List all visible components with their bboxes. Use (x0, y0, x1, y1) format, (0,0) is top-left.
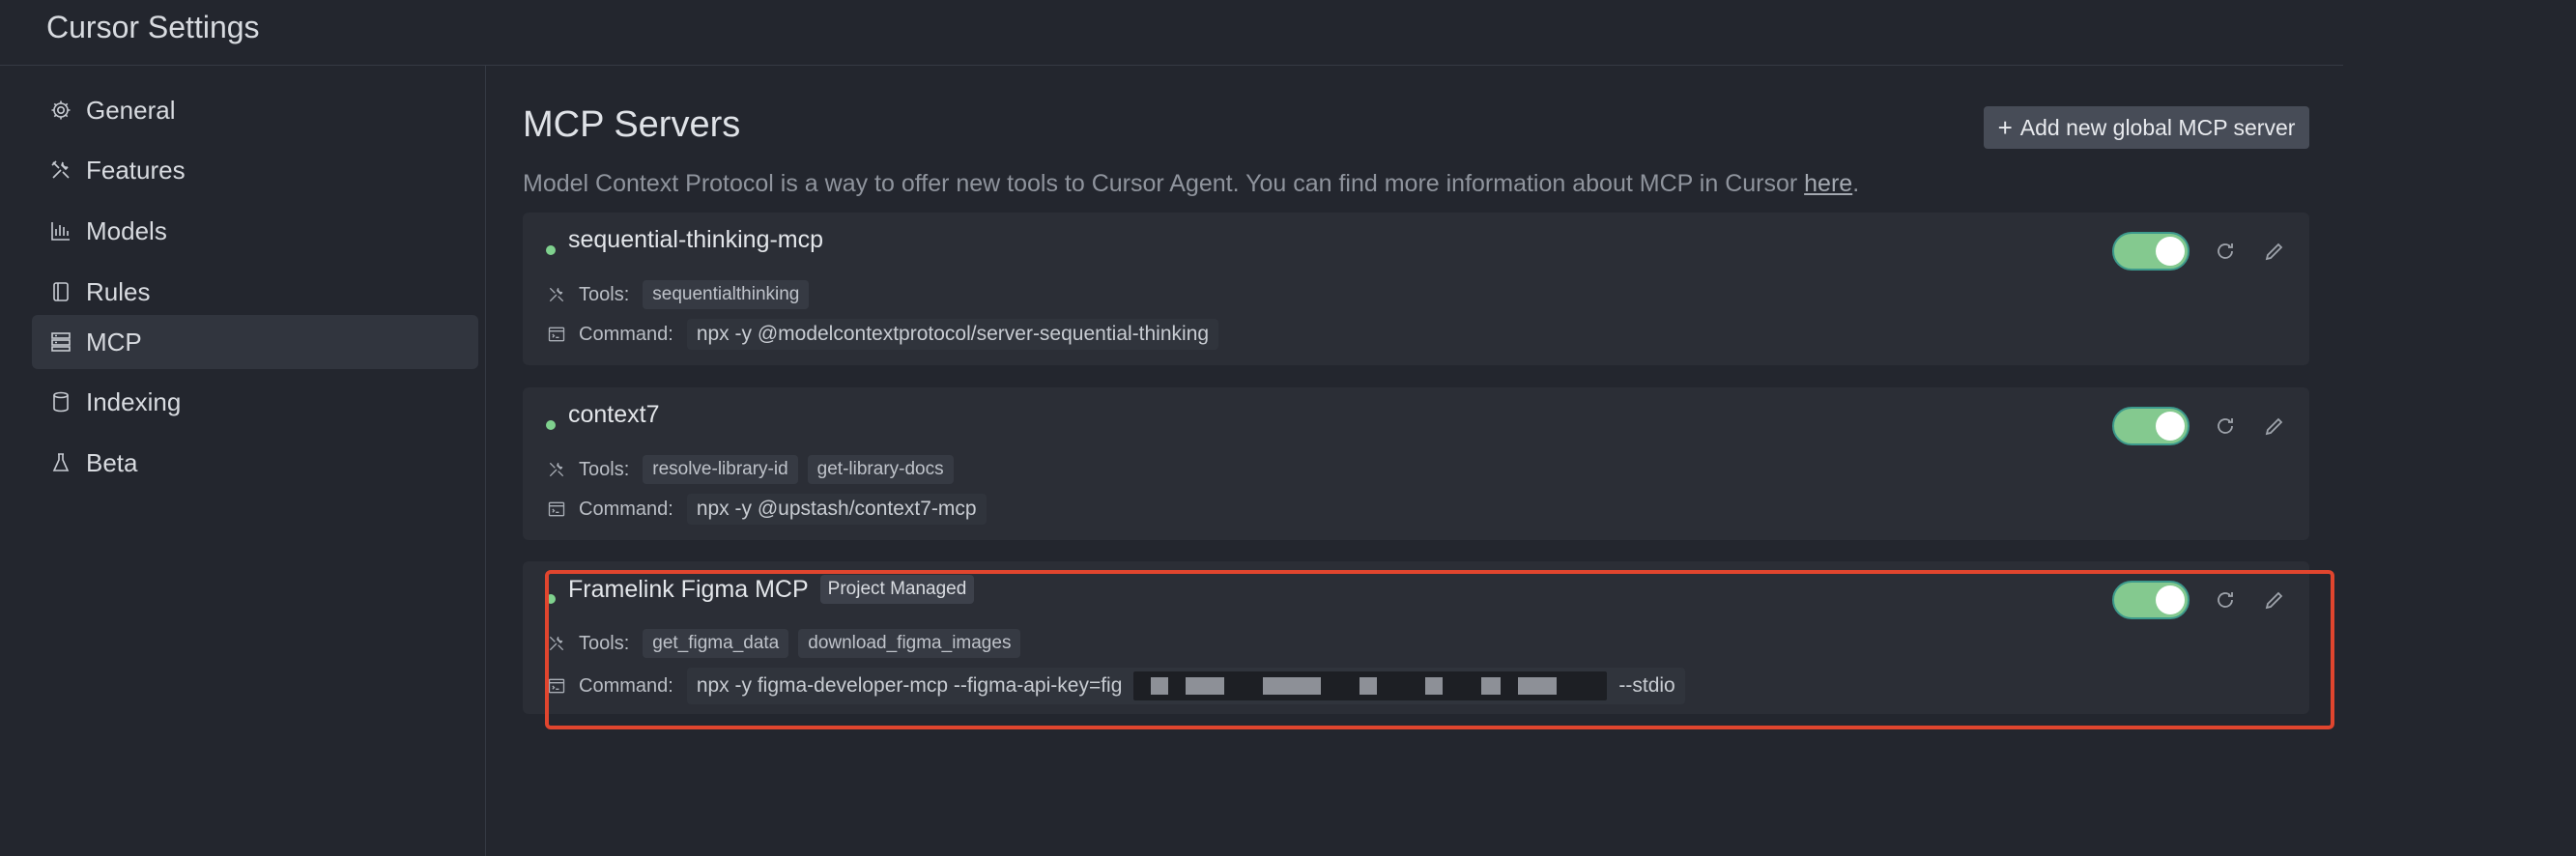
sidebar-item-label: Indexing (86, 386, 182, 416)
tools-row: Tools: get_figma_data download_figma_ima… (546, 629, 1030, 658)
description-suffix: . (1852, 170, 1860, 197)
sidebar-item-label: General (86, 95, 176, 125)
docs-link[interactable]: here (1804, 170, 1852, 197)
main-content: MCP Servers + Add new global MCP server … (487, 66, 2342, 856)
tools-label: Tools: (579, 458, 630, 480)
book-icon (47, 278, 74, 305)
add-button-label: Add new global MCP server (2019, 114, 2296, 140)
server-enable-toggle[interactable] (2112, 407, 2190, 445)
mcp-server-card: Framelink Figma MCP Project Managed Tool… (523, 561, 2309, 714)
add-global-mcp-server-button[interactable]: + Add new global MCP server (1984, 106, 2309, 149)
command-value: npx -y @upstash/context7-mcp (686, 494, 987, 525)
terminal-icon (546, 499, 567, 520)
tool-chip: sequentialthinking (643, 280, 810, 309)
tools-icon (546, 284, 567, 305)
command-label: Command: (579, 498, 673, 520)
page-title: MCP Servers (523, 104, 741, 145)
status-dot (546, 420, 556, 430)
tool-chip: download_figma_images (798, 629, 1021, 658)
flask-icon (47, 449, 74, 476)
sidebar-item-features[interactable]: Features (32, 143, 478, 197)
server-name-text: Framelink Figma MCP (568, 575, 809, 603)
sidebar-item-label: Features (86, 155, 186, 185)
mcp-server-card: context7 Tools: resolve-library-id get-l… (523, 387, 2309, 540)
pencil-icon (2265, 591, 2283, 610)
server-enable-toggle[interactable] (2112, 581, 2190, 619)
plus-icon: + (1997, 113, 2013, 142)
pencil-icon (2265, 243, 2283, 261)
terminal-icon (546, 324, 567, 345)
tools-icon (47, 157, 74, 184)
description-text: Model Context Protocol is a way to offer… (523, 170, 1805, 197)
command-prefix: npx -y figma-developer-mcp --figma-api-k… (696, 674, 1123, 697)
server-name-text: context7 (568, 401, 660, 428)
command-label: Command: (579, 674, 673, 697)
app-title: Cursor Settings (46, 10, 260, 44)
command-row: Command: npx -y @modelcontextprotocol/se… (546, 319, 1219, 350)
sidebar-item-label: Beta (86, 447, 138, 477)
server-name: sequential-thinking-mcp (568, 226, 823, 254)
refresh-button[interactable] (2210, 585, 2241, 615)
refresh-icon (2218, 592, 2233, 608)
toggle-knob (2156, 585, 2185, 614)
sidebar-item-label: MCP (86, 327, 142, 357)
sidebar-item-mcp[interactable]: MCP (32, 315, 478, 369)
tools-icon (546, 459, 567, 480)
command-label: Command: (579, 323, 673, 345)
refresh-icon (2218, 243, 2233, 259)
pencil-icon (2265, 417, 2283, 436)
sidebar-item-label: Models (86, 215, 167, 245)
tool-chip: get-library-docs (807, 455, 954, 484)
refresh-button[interactable] (2210, 411, 2241, 442)
toggle-knob (2156, 412, 2185, 441)
toggle-knob (2156, 237, 2185, 266)
project-managed-badge: Project Managed (819, 575, 975, 604)
command-value: npx -y figma-developer-mcp --figma-api-k… (686, 668, 1685, 704)
redacted-api-key (1133, 671, 1608, 700)
command-value: npx -y @modelcontextprotocol/server-sequ… (686, 319, 1219, 350)
tools-label: Tools: (579, 283, 630, 305)
title-bar: Cursor Settings (0, 0, 2343, 66)
refresh-icon (2218, 418, 2233, 434)
tool-chip: resolve-library-id (643, 455, 798, 484)
sidebar-item-beta[interactable]: Beta (32, 436, 478, 490)
sidebar-item-label: Rules (86, 276, 151, 306)
server-name: context7 (568, 401, 660, 429)
server-name-text: sequential-thinking-mcp (568, 226, 824, 253)
sidebar-item-models[interactable]: Models (32, 204, 478, 258)
tools-icon (546, 633, 567, 654)
bar-chart-icon (47, 217, 74, 244)
tool-chip: get_figma_data (643, 629, 789, 658)
server-enable-toggle[interactable] (2112, 232, 2190, 271)
command-row: Command: npx -y figma-developer-mcp --fi… (546, 668, 1685, 704)
tools-row: Tools: resolve-library-id get-library-do… (546, 455, 963, 484)
server-name: Framelink Figma MCP Project Managed (568, 575, 975, 604)
page-description: Model Context Protocol is a way to offer… (523, 170, 1859, 198)
edit-button[interactable] (2259, 411, 2290, 442)
sidebar: General Features Models Rules MCP Indexi… (0, 66, 486, 856)
terminal-icon (546, 675, 567, 697)
sidebar-item-indexing[interactable]: Indexing (32, 375, 478, 429)
sidebar-item-general[interactable]: General (32, 83, 478, 137)
status-dot (546, 245, 556, 255)
tools-label: Tools: (579, 632, 630, 654)
command-row: Command: npx -y @upstash/context7-mcp (546, 494, 987, 525)
edit-button[interactable] (2259, 236, 2290, 267)
gear-icon (47, 97, 74, 124)
status-dot (546, 594, 556, 604)
server-icon (47, 328, 74, 356)
database-icon (47, 388, 74, 415)
sidebar-item-rules[interactable]: Rules (32, 265, 478, 319)
mcp-server-card: sequential-thinking-mcp Tools: sequentia… (523, 213, 2309, 365)
command-suffix: --stdio (1618, 674, 1675, 697)
refresh-button[interactable] (2210, 236, 2241, 267)
tools-row: Tools: sequentialthinking (546, 280, 818, 309)
edit-button[interactable] (2259, 585, 2290, 615)
